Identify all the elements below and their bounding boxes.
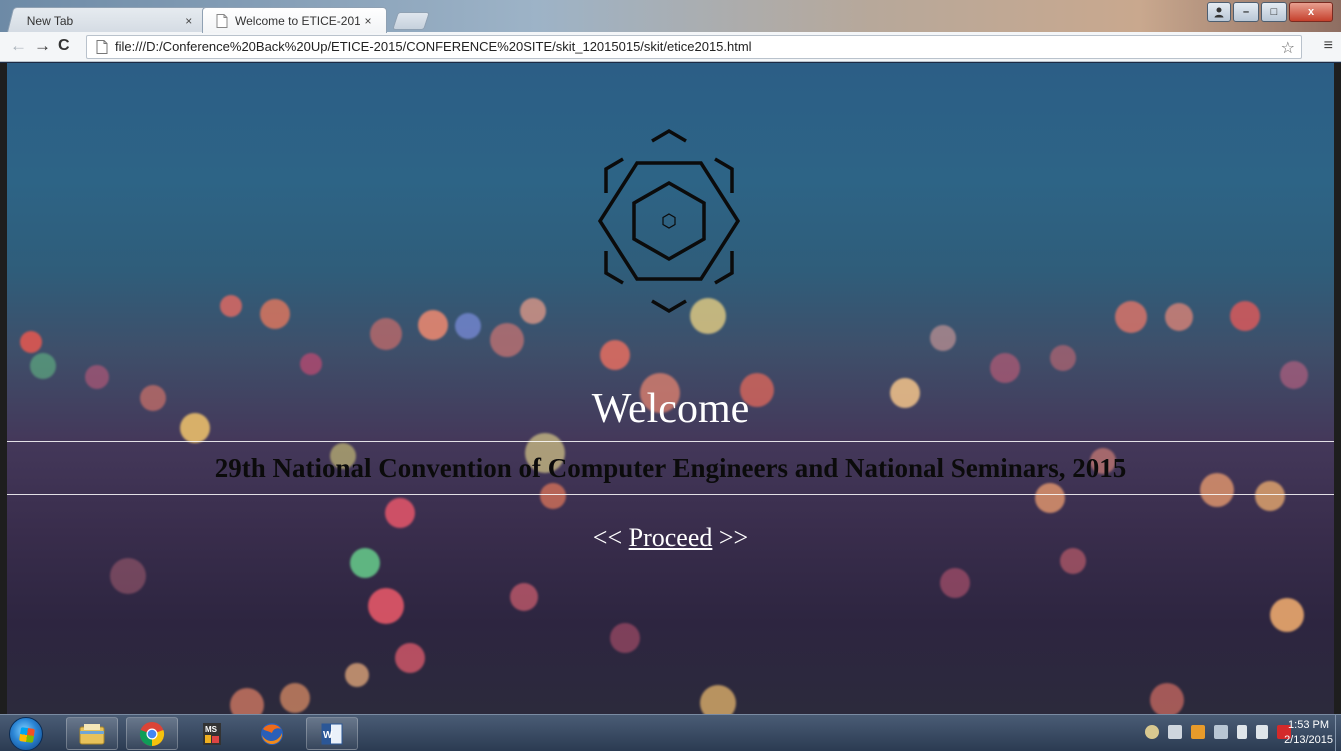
tab-close-icon[interactable]: × [181,14,197,28]
action-center-flag-icon[interactable] [1237,725,1247,739]
svg-text:W: W [323,730,333,741]
url-text: file:///D:/Conference%20Back%20Up/ETICE-… [115,39,752,54]
bookmark-star-icon[interactable]: ☆ [1281,38,1295,58]
welcome-heading: Welcome [591,386,750,432]
tab-welcome[interactable]: Welcome to ETICE-2015 × [202,7,387,33]
page-viewport: Welcome 29th National Convention of Comp… [0,63,1341,714]
reload-icon[interactable]: C [58,36,70,56]
divider [7,441,1334,442]
proceed-link[interactable]: Proceed [629,523,713,552]
divider [7,494,1334,495]
maximize-button[interactable]: □ [1261,2,1287,22]
system-tray [1145,725,1291,739]
app-tray-icon[interactable] [1191,725,1205,739]
close-button[interactable]: x [1289,2,1333,22]
tab-title: Welcome to ETICE-2015 [235,14,360,28]
back-icon[interactable]: ← [10,36,27,56]
minimize-button[interactable]: – [1233,2,1259,22]
network-icon[interactable] [1214,725,1228,739]
page-icon [96,40,108,54]
forward-icon[interactable]: → [34,36,51,56]
user-status-icon[interactable] [1145,725,1159,739]
new-tab-button[interactable] [392,12,430,30]
volume-icon[interactable] [1256,725,1268,739]
page-icon [216,14,228,28]
word-icon[interactable]: W [306,717,358,750]
windows-explorer-icon[interactable] [66,717,118,750]
start-button[interactable] [9,717,43,751]
firefox-icon[interactable] [246,717,298,750]
proceed-suffix: >> [712,523,749,552]
printer-icon[interactable] [1168,725,1182,739]
browser-titlebar: New Tab × Welcome to ETICE-2015 × – □ x [0,0,1341,33]
proceed-line: << Proceed >> [0,523,1341,553]
taskbar-clock[interactable]: 1:53 PM 2/13/2015 [1284,718,1333,748]
proceed-prefix: << [592,523,629,552]
browser-toolbar: ← → C file:///D:/Conference%20Back%20Up/… [0,32,1341,62]
menu-icon[interactable]: ≡ [1324,37,1333,55]
clock-time: 1:53 PM [1288,719,1330,731]
convention-title: 29th National Convention of Computer Eng… [214,453,1127,483]
user-icon[interactable] [1207,2,1231,22]
show-desktop-button[interactable] [1335,715,1341,751]
tab-title: New Tab [26,14,74,28]
windows-taskbar: MS W 1:53 PM 2/13/2015 [0,714,1341,751]
chrome-icon[interactable] [126,717,178,750]
clock-date: 2/13/2015 [1284,734,1333,746]
hexagon-logo-icon [597,128,741,314]
window-controls: – □ x [1207,2,1333,22]
address-bar[interactable]: file:///D:/Conference%20Back%20Up/ETICE-… [86,35,1302,59]
svg-text:MS: MS [205,725,218,734]
tab-new-tab[interactable]: New Tab × [6,7,212,33]
tab-close-icon[interactable]: × [360,14,376,28]
ms-project-icon[interactable]: MS [186,717,238,750]
